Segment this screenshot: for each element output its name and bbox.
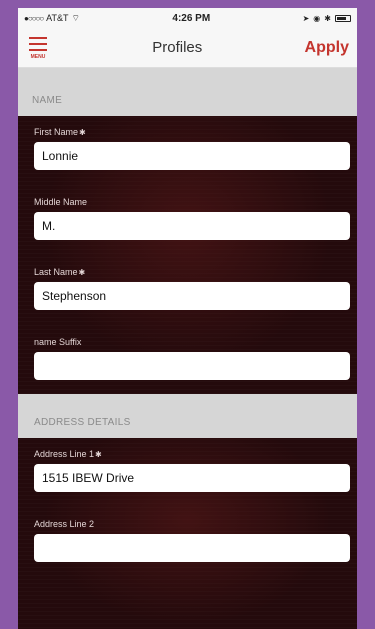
address-line-2-input[interactable]	[34, 534, 350, 562]
middle-name-field-group: Middle Name	[18, 192, 357, 240]
address-line-1-label-text: Address Line 1	[34, 449, 95, 459]
wifi-icon: ⌔	[71, 12, 80, 23]
page-title: Profiles	[152, 39, 203, 56]
section-header-name: NAME	[18, 68, 357, 116]
first-name-input[interactable]	[34, 142, 350, 170]
last-name-input[interactable]	[34, 282, 350, 310]
bluetooth-icon: ✱	[324, 13, 331, 23]
required-icon: ✱	[79, 127, 86, 137]
hamburger-icon-bar	[29, 43, 47, 45]
location-icon: ➤	[302, 13, 310, 23]
required-icon: ✱	[95, 449, 102, 459]
status-bar: ●○○○○ AT&T ⌔ 4:26 PM ➤ ◉ ✱	[18, 8, 357, 28]
address-line-2-label: Address Line 2	[34, 519, 95, 529]
navigation-bar: MENU Profiles Apply	[18, 28, 357, 68]
status-left: ●○○○○ AT&T ⌔	[24, 13, 80, 24]
last-name-label-text: Last Name	[34, 267, 78, 277]
first-name-field-group: First Name ✱	[18, 122, 357, 170]
carrier-name: AT&T	[46, 13, 69, 23]
first-name-label: First Name ✱	[34, 122, 357, 142]
menu-button[interactable]: MENU	[26, 35, 50, 60]
battery-icon	[334, 14, 351, 22]
status-time: 4:26 PM	[172, 12, 211, 24]
name-suffix-input[interactable]	[34, 352, 350, 380]
middle-name-input[interactable]	[34, 212, 350, 240]
address-line-2-field-group: Address Line 2	[18, 514, 357, 562]
address-line-1-field-group: Address Line 1 ✱	[18, 444, 357, 492]
apply-button[interactable]: Apply	[305, 39, 349, 57]
menu-label: MENU	[30, 54, 46, 60]
section-header-address: ADDRESS DETAILS	[18, 394, 357, 438]
name-form: First Name✱ Middle Name Last Name✱ name …	[18, 116, 357, 394]
last-name-field-group: Last Name ✱	[18, 262, 357, 310]
required-icon: ✱	[78, 267, 86, 277]
first-name-label-text: First Name	[34, 127, 79, 137]
signal-icon: ●○○○○	[24, 13, 44, 23]
phone-screen: ●○○○○ AT&T ⌔ 4:26 PM ➤ ◉ ✱ MENU Profiles…	[18, 8, 357, 629]
hamburger-icon-bar	[29, 49, 47, 51]
middle-name-label: Middle Name	[34, 197, 88, 207]
address-line-1-input[interactable]	[34, 464, 350, 492]
last-name-label: Last Name ✱	[34, 262, 357, 282]
address-line-1-label: Address Line 1 ✱	[34, 444, 357, 464]
address-form: Address Line 1✱ Address Line 2	[18, 438, 357, 629]
name-suffix-label: name Suffix	[34, 337, 82, 347]
alarm-icon: ◉	[313, 13, 321, 23]
status-right: ➤ ◉ ✱	[303, 14, 351, 23]
hamburger-icon	[29, 37, 47, 39]
name-suffix-field-group: name Suffix	[18, 332, 357, 380]
